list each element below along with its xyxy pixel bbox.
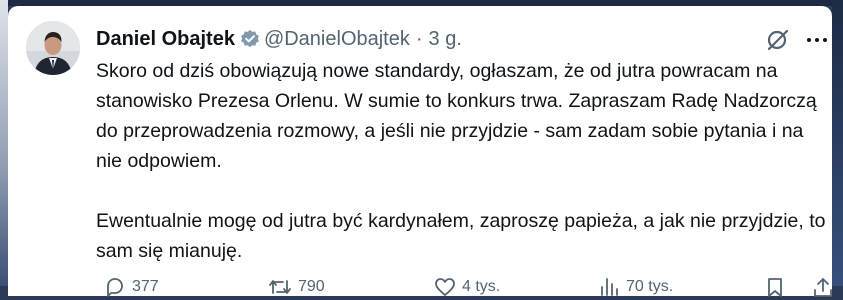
like-icon (434, 276, 456, 298)
grok-icon[interactable] (765, 28, 791, 52)
author-name[interactable]: Daniel Obajtek (96, 28, 235, 51)
verified-badge-icon (240, 29, 260, 49)
screen-frame-right (832, 0, 843, 286)
repost-count: 790 (298, 278, 325, 295)
tweet-header: Daniel Obajtek @DanielObajtek · 3 g. (96, 26, 462, 52)
views-button[interactable]: 70 tys. (598, 276, 673, 298)
bookmark-button[interactable] (764, 276, 786, 298)
like-button[interactable]: 4 tys. (434, 276, 500, 298)
repost-button[interactable]: 790 (268, 276, 325, 298)
tweet-text: Skoro od dziś obowiązują nowe standardy,… (96, 56, 826, 266)
reply-count: 377 (132, 278, 159, 295)
author-handle[interactable]: @DanielObajtek (264, 28, 410, 51)
tweet-paragraph: Skoro od dziś obowiązują nowe standardy,… (96, 60, 817, 172)
bookmark-icon (764, 276, 786, 298)
views-icon (598, 276, 620, 298)
tweet-timestamp[interactable]: 3 g. (429, 28, 462, 51)
tweet-actions: 377 790 4 tys. 70 tys. (96, 276, 832, 300)
tweet-card[interactable]: Daniel Obajtek @DanielObajtek · 3 g. Sko… (8, 6, 832, 297)
avatar[interactable] (26, 21, 80, 75)
avatar-image (26, 21, 80, 75)
reply-icon (104, 276, 126, 298)
share-icon (812, 276, 834, 298)
header-separator: · (415, 27, 423, 50)
more-icon[interactable] (805, 28, 829, 52)
repost-icon (268, 276, 292, 298)
views-count: 70 tys. (626, 278, 674, 295)
tweet-paragraph: Ewentualnie mogę od jutra być kardynałem… (96, 210, 826, 262)
share-button[interactable] (812, 276, 834, 298)
screen-frame-left (0, 0, 8, 286)
like-count: 4 tys. (462, 278, 501, 295)
reply-button[interactable]: 377 (104, 276, 159, 298)
